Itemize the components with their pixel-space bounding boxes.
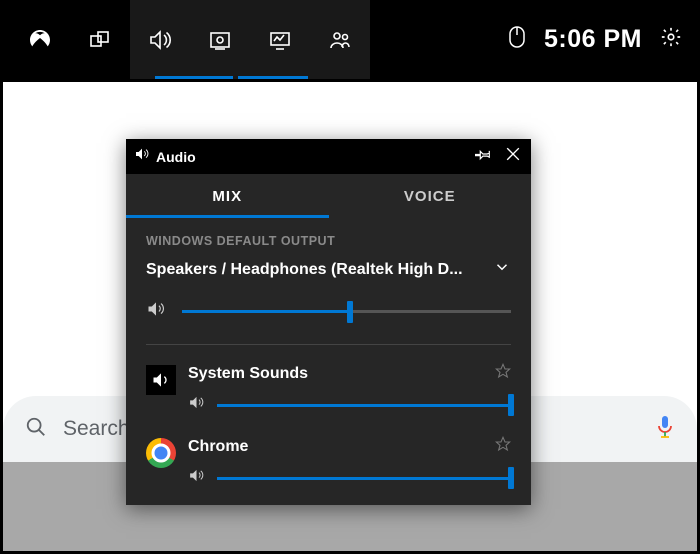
chrome-icon [146, 438, 176, 468]
master-volume-slider[interactable] [182, 310, 511, 313]
tab-voice[interactable]: VOICE [329, 174, 532, 218]
capture-icon[interactable] [190, 0, 250, 79]
app-name: System Sounds [188, 365, 308, 383]
xbox-icon[interactable] [10, 0, 70, 79]
audio-panel: Audio MIX VOICE WINDOWS DEFAULT OUTPUT S… [126, 139, 531, 505]
mouse-icon[interactable] [508, 25, 526, 54]
performance-icon[interactable] [250, 0, 310, 79]
device-name: Speakers / Headphones (Realtek High D... [146, 261, 463, 279]
divider [146, 344, 511, 345]
volume-icon[interactable] [188, 394, 205, 416]
audio-panel-header[interactable]: Audio [126, 139, 531, 174]
clock: 5:06 PM [544, 25, 642, 54]
output-section-label: WINDOWS DEFAULT OUTPUT [146, 234, 511, 248]
audio-tabs: MIX VOICE [126, 174, 531, 218]
output-device-dropdown[interactable]: Speakers / Headphones (Realtek High D... [146, 258, 511, 281]
active-underline [155, 76, 233, 79]
topbar-icons [10, 0, 370, 79]
star-icon[interactable] [495, 363, 511, 384]
app-volume-row: Chrome [146, 436, 511, 489]
volume-icon[interactable] [146, 299, 166, 324]
speaker-icon [134, 146, 150, 167]
app-volume-slider[interactable] [217, 477, 511, 480]
search-icon [25, 416, 47, 443]
mic-icon[interactable] [655, 414, 675, 445]
topbar-right: 5:06 PM [508, 25, 690, 54]
master-volume-row [146, 299, 511, 324]
tab-mix[interactable]: MIX [126, 174, 329, 218]
audio-icon[interactable] [130, 0, 190, 79]
star-icon[interactable] [495, 436, 511, 457]
pin-icon[interactable] [475, 145, 493, 168]
app-volume-row: System Sounds [146, 363, 511, 416]
close-icon[interactable] [503, 144, 523, 169]
game-bar-topbar: 5:06 PM [0, 0, 700, 79]
settings-icon[interactable] [660, 26, 682, 53]
active-underline [238, 76, 308, 79]
system-sounds-icon [146, 365, 176, 395]
volume-icon[interactable] [188, 467, 205, 489]
social-icon[interactable] [310, 0, 370, 79]
chevron-down-icon [493, 258, 511, 281]
app-name: Chrome [188, 438, 248, 456]
widgets-icon[interactable] [70, 0, 130, 79]
app-volume-slider[interactable] [217, 404, 511, 407]
panel-title: Audio [156, 149, 196, 165]
audio-body: WINDOWS DEFAULT OUTPUT Speakers / Headph… [126, 218, 531, 505]
